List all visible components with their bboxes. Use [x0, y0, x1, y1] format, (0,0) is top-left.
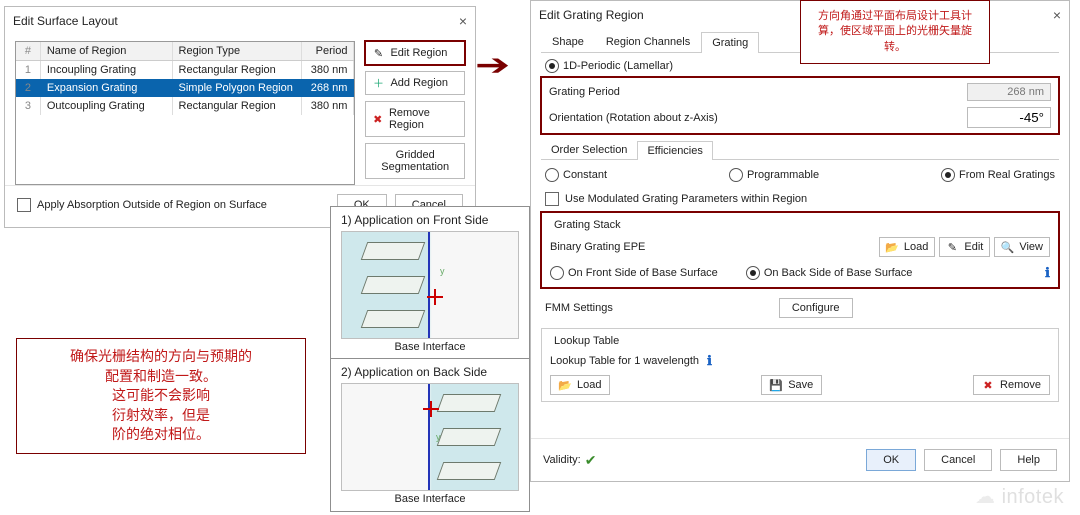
- col-idx: #: [16, 42, 41, 60]
- region-table[interactable]: # Name of Region Region Type Period 1 In…: [15, 41, 355, 185]
- lookup-table-group: Lookup Table Lookup Table for 1 waveleng…: [541, 328, 1059, 402]
- remove-icon: ✖: [372, 113, 383, 125]
- orientation-label: Orientation (Rotation about z-Axis): [549, 112, 718, 124]
- tab-region-channels[interactable]: Region Channels: [595, 31, 701, 52]
- col-period: Period: [302, 42, 354, 60]
- grating-stack-title: Grating Stack: [550, 219, 625, 231]
- edit-region-button[interactable]: ✎ Edit Region: [365, 41, 465, 65]
- table-row[interactable]: 3 Outcoupling Grating Rectangular Region…: [16, 97, 354, 115]
- illustration-back-side: 2) Application on Back Side y Base Inter…: [330, 358, 530, 512]
- radio-front-side[interactable]: On Front Side of Base Surface: [550, 266, 718, 280]
- stack-edit-button[interactable]: ✎Edit: [939, 237, 990, 257]
- lookup-table-count: Lookup Table for 1 wavelength: [550, 355, 699, 367]
- grating-stack-name: Binary Grating EPE: [550, 241, 645, 253]
- pencil-icon: ✎: [372, 47, 384, 59]
- radio-back-side[interactable]: On Back Side of Base Surface: [746, 266, 913, 280]
- illustration-title: 2) Application on Back Side: [341, 365, 519, 379]
- annotation-orientation: 方向角通过平面布局设计工具计算，使区域平面上的光栅矢量旋转。: [800, 0, 990, 64]
- remove-region-button[interactable]: ✖ Remove Region: [365, 101, 465, 137]
- lookup-save-button[interactable]: 💾Save: [761, 375, 822, 395]
- grating-period-value: 268 nm: [967, 83, 1051, 101]
- close-icon[interactable]: ×: [459, 13, 467, 29]
- illustration-caption: Base Interface: [341, 339, 519, 353]
- info-icon[interactable]: ℹ: [707, 353, 712, 369]
- apply-absorption-checkbox[interactable]: Apply Absorption Outside of Region on Su…: [17, 198, 267, 212]
- illustration-image: y: [341, 231, 519, 339]
- dialog-edit-grating-region: Edit Grating Region × Shape Region Chann…: [530, 0, 1070, 482]
- checkbox-icon: [545, 192, 559, 206]
- apply-absorption-label: Apply Absorption Outside of Region on Su…: [37, 199, 267, 211]
- orientation-input[interactable]: [967, 107, 1051, 128]
- illustration-image: y: [341, 383, 519, 491]
- watermark: ☁ infotek: [975, 484, 1064, 509]
- plus-icon: ＋: [372, 77, 384, 89]
- lookup-load-button[interactable]: 📂Load: [550, 375, 610, 395]
- radio-from-real-gratings[interactable]: From Real Gratings: [941, 168, 1055, 182]
- annotation-structure-direction: 确保光栅结构的方向与预期的 配置和制造一致。 这可能不会影响 衍射效率，但是 阶…: [16, 338, 306, 454]
- magnifier-icon: 🔍: [1001, 241, 1013, 253]
- dialog-title: Edit Grating Region: [539, 8, 644, 22]
- ok-button[interactable]: OK: [866, 449, 916, 471]
- radio-constant[interactable]: Constant: [545, 168, 607, 182]
- stack-view-button[interactable]: 🔍View: [994, 237, 1050, 257]
- grating-stack-group: Grating Stack Binary Grating EPE 📂Load ✎…: [541, 212, 1059, 288]
- radio-1d-periodic[interactable]: [545, 59, 559, 73]
- folder-open-icon: 📂: [886, 241, 898, 253]
- pencil-icon: ✎: [946, 241, 958, 253]
- tab-grating[interactable]: Grating: [701, 32, 759, 53]
- subtab-bar: Order Selection Efficiencies: [541, 140, 1059, 160]
- edit-region-label: Edit Region: [390, 47, 447, 59]
- illustration-front-side: 1) Application on Front Side y Base Inte…: [330, 206, 530, 360]
- grating-period-label: Grating Period: [549, 86, 620, 98]
- add-region-label: Add Region: [390, 77, 448, 89]
- tab-shape[interactable]: Shape: [541, 31, 595, 52]
- radio-programmable[interactable]: Programmable: [729, 168, 819, 182]
- close-icon[interactable]: ×: [1053, 7, 1061, 23]
- checkbox-icon: [17, 198, 31, 212]
- lookup-table-title: Lookup Table: [550, 335, 623, 347]
- illustration-title: 1) Application on Front Side: [341, 213, 519, 227]
- configure-button[interactable]: Configure: [779, 298, 853, 318]
- info-icon[interactable]: ℹ: [1045, 265, 1050, 281]
- gridded-segmentation-label: Gridded Segmentation: [372, 149, 458, 173]
- validity-label: Validity:: [543, 454, 581, 466]
- radio-1d-periodic-label: 1D-Periodic (Lamellar): [563, 60, 673, 72]
- fmm-settings-label: FMM Settings: [545, 302, 613, 314]
- dialog-title: Edit Surface Layout: [13, 14, 118, 28]
- gridded-segmentation-button[interactable]: Gridded Segmentation: [365, 143, 465, 179]
- table-row[interactable]: 1 Incoupling Grating Rectangular Region …: [16, 61, 354, 79]
- remove-region-label: Remove Region: [389, 107, 458, 131]
- remove-icon: ✖: [982, 379, 994, 391]
- lookup-remove-button[interactable]: ✖Remove: [973, 375, 1050, 395]
- col-name: Name of Region: [41, 42, 173, 60]
- cancel-button[interactable]: Cancel: [924, 449, 992, 471]
- subtab-efficiencies[interactable]: Efficiencies: [637, 141, 712, 160]
- add-region-button[interactable]: ＋ Add Region: [365, 71, 465, 95]
- subtab-order-selection[interactable]: Order Selection: [541, 140, 637, 159]
- arrow-icon: ➔: [475, 48, 510, 83]
- illustration-caption: Base Interface: [341, 491, 519, 505]
- dialog-edit-surface-layout: Edit Surface Layout × # Name of Region R…: [4, 6, 476, 228]
- use-modulated-parameters-checkbox[interactable]: Use Modulated Grating Parameters within …: [545, 192, 1055, 206]
- col-type: Region Type: [173, 42, 303, 60]
- check-circle-icon: ✔: [585, 452, 597, 469]
- help-button[interactable]: Help: [1000, 449, 1057, 471]
- save-icon: 💾: [770, 379, 782, 391]
- folder-open-icon: 📂: [559, 379, 571, 391]
- stack-load-button[interactable]: 📂Load: [879, 237, 935, 257]
- table-row[interactable]: 2 Expansion Grating Simple Polygon Regio…: [16, 79, 354, 97]
